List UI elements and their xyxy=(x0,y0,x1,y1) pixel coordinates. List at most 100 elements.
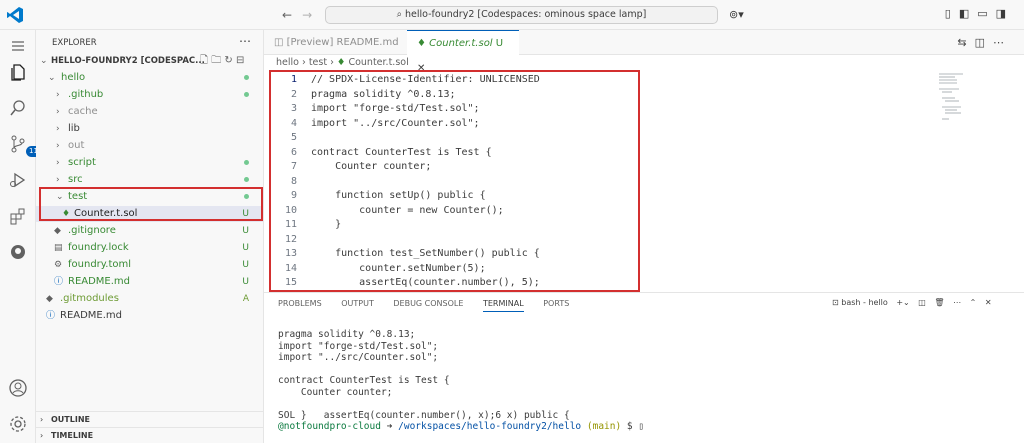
prompt-user: @notfoundpro-cloud xyxy=(278,421,387,432)
git-file-icon: ◆ xyxy=(46,294,53,304)
terminal-line: contract CounterTest is Test { xyxy=(278,375,450,386)
activity-bar: 11 xyxy=(0,30,41,443)
forward-icon[interactable]: → xyxy=(302,8,312,22)
tab-ports[interactable]: PORTS xyxy=(543,299,569,308)
timeline-section[interactable]: › TIMELINE xyxy=(36,427,263,443)
code-text: assertEq(counter.number(), 5); xyxy=(311,277,540,288)
file-icon: ▤ xyxy=(54,243,63,253)
terminal-controls: ⊡ bash - hello +⌄ ◫ 🗑 ⋯ ⌃ ✕ xyxy=(832,298,992,307)
code-line[interactable]: 4 import "../src/Counter.sol"; xyxy=(271,117,636,132)
code-line[interactable]: 14 counter.setNumber(5); xyxy=(271,262,636,277)
code-line[interactable]: 7 Counter counter; xyxy=(271,160,636,175)
editor-actions[interactable]: ⇆◫⋯ xyxy=(957,36,1012,49)
code-text: counter = new Counter(); xyxy=(311,204,504,216)
tree-item-src[interactable]: › src xyxy=(36,172,263,188)
code-line[interactable]: 5 xyxy=(271,131,636,146)
code-line[interactable]: 15 assertEq(counter.number(), 5); xyxy=(271,276,636,290)
tab-readme-preview[interactable]: ◫ [Preview] README.md xyxy=(264,30,409,55)
modified-dot-icon xyxy=(244,160,249,165)
tree-item-script[interactable]: › script xyxy=(36,155,263,171)
run-debug-icon[interactable] xyxy=(8,170,28,190)
preview-icon: ◫ xyxy=(274,37,287,48)
code-text: import "../src/Counter.sol"; xyxy=(311,117,480,129)
copilot-icon[interactable]: ⊚▾ xyxy=(729,8,744,21)
terminal-prompt[interactable]: @notfoundpro-cloud ➜ /workspaces/hello-f… xyxy=(278,421,644,433)
line-number: 4 xyxy=(290,117,297,129)
tree-item-hello[interactable]: ⌄ hello xyxy=(36,70,263,86)
extensions-icon[interactable] xyxy=(8,206,28,226)
tab-debug-console[interactable]: DEBUG CONSOLE xyxy=(393,299,463,308)
info-icon: ⓘ xyxy=(46,311,56,321)
tree-item-lib[interactable]: › lib xyxy=(36,121,263,137)
command-center[interactable]: ⌕ hello-foundry2 [Codespaces: ominous sp… xyxy=(325,6,718,24)
tree-item-gitmodules[interactable]: ◆ .gitmodules A xyxy=(36,291,263,307)
line-number: 7 xyxy=(290,161,297,172)
prompt-arrow: ➜ xyxy=(386,421,399,432)
editor-area: ◫ [Preview] README.md ♦ Counter.t.sol U … xyxy=(264,30,1024,292)
terminal-output[interactable]: pragma solidity ^0.8.13; import "forge-st… xyxy=(278,329,644,433)
terminal-icon: ⊡ xyxy=(832,298,842,307)
info-icon: ⓘ xyxy=(54,277,64,287)
tree-item-cache[interactable]: › cache xyxy=(36,104,263,120)
tree-item-gitignore[interactable]: ◆ .gitignore U xyxy=(36,223,263,239)
minimap[interactable] xyxy=(939,72,979,122)
code-line[interactable]: 13 function test_SetNumber() public { xyxy=(271,247,636,262)
outline-section[interactable]: › OUTLINE xyxy=(36,411,263,427)
tab-terminal[interactable]: TERMINAL xyxy=(482,299,524,312)
search-icon[interactable] xyxy=(8,98,28,118)
line-number: 10 xyxy=(284,204,297,216)
tab-problems[interactable]: PROBLEMS xyxy=(278,299,322,308)
settings-gear-icon[interactable] xyxy=(8,414,28,434)
more-actions-icon[interactable]: ⋯ xyxy=(239,34,251,48)
code-line[interactable]: 11 } xyxy=(271,218,636,233)
source-control-icon[interactable]: 11 xyxy=(8,134,41,157)
trash-icon[interactable]: 🗑 xyxy=(934,298,944,307)
terminal-selector[interactable]: bash - hello xyxy=(841,298,888,307)
explorer-actions[interactable]: 🗋 🗀 ↻ ⊟ xyxy=(200,53,244,69)
modified-dot-icon xyxy=(244,92,249,97)
tree-item-foundry-toml[interactable]: ⚙ foundry.toml U xyxy=(36,257,263,273)
code-line[interactable]: 2 pragma solidity ^0.8.13; xyxy=(271,88,636,103)
line-number: 9 xyxy=(290,190,297,201)
tree-item-foundry-lock[interactable]: ▤ foundry.lock U xyxy=(36,240,263,256)
back-icon[interactable]: ← xyxy=(282,8,292,22)
chevron-right-icon: › xyxy=(56,175,60,185)
close-panel-icon[interactable]: ✕ xyxy=(985,298,992,307)
title-bar: ← → ⌕ hello-foundry2 [Codespaces: ominous… xyxy=(0,0,1024,30)
code-line[interactable]: 9 function setUp() public { xyxy=(271,189,636,204)
cursor-icon: ▯ xyxy=(638,421,645,432)
tree-item-github[interactable]: › .github xyxy=(36,87,263,103)
test-folder-highlight-box xyxy=(39,187,263,221)
more-actions-icon[interactable]: ⋯ xyxy=(953,298,961,307)
terminal-line: Counter counter; xyxy=(278,386,393,398)
explorer-icon[interactable] xyxy=(8,62,28,82)
maximize-panel-icon[interactable]: ⌃ xyxy=(970,298,977,307)
menu-icon[interactable] xyxy=(8,36,28,56)
code-line[interactable]: 8 xyxy=(271,175,636,190)
github-icon[interactable] xyxy=(8,242,28,262)
explorer-sidebar: EXPLORER ⋯ ⌄ HELLO-FOUNDRY2 [CODESPAC...… xyxy=(36,30,264,443)
code-text: function setUp() public { xyxy=(311,190,486,201)
bottom-panel: PROBLEMS OUTPUT DEBUG CONSOLE TERMINAL P… xyxy=(264,292,1024,443)
code-line[interactable]: 1 // SPDX-License-Identifier: UNLICENSED xyxy=(271,73,636,88)
split-terminal-icon[interactable]: ◫ xyxy=(918,298,926,307)
code-line[interactable]: 3 import "forge-std/Test.sol"; xyxy=(271,102,636,117)
code-text: } xyxy=(311,219,342,230)
tab-output[interactable]: OUTPUT xyxy=(341,299,374,308)
tree-item-readme-hello[interactable]: ⓘ README.md U xyxy=(36,274,263,290)
code-line[interactable]: 10 counter = new Counter(); xyxy=(271,204,636,219)
code-editor-highlight-box[interactable]: 1 // SPDX-License-Identifier: UNLICENSED 2… xyxy=(269,70,640,292)
line-number: 2 xyxy=(290,88,297,100)
tree-item-readme-root[interactable]: ⓘ README.md xyxy=(36,308,263,324)
tab-counter-test[interactable]: ♦ Counter.t.sol U ✕ xyxy=(407,30,519,74)
code-line[interactable]: 12 xyxy=(271,233,636,248)
account-icon[interactable] xyxy=(8,378,28,398)
prompt-symbol: $ xyxy=(626,421,639,432)
line-number: 1 xyxy=(290,74,297,85)
layout-controls[interactable]: ▯◧▭◨ xyxy=(945,7,1014,20)
add-terminal-icon[interactable]: +⌄ xyxy=(896,298,909,307)
tree-item-out[interactable]: › out xyxy=(36,138,263,154)
workspace-root[interactable]: ⌄ HELLO-FOUNDRY2 [CODESPAC... 🗋 🗀 ↻ ⊟ xyxy=(36,53,263,69)
code-line[interactable]: 6 contract CounterTest is Test { xyxy=(271,146,636,161)
